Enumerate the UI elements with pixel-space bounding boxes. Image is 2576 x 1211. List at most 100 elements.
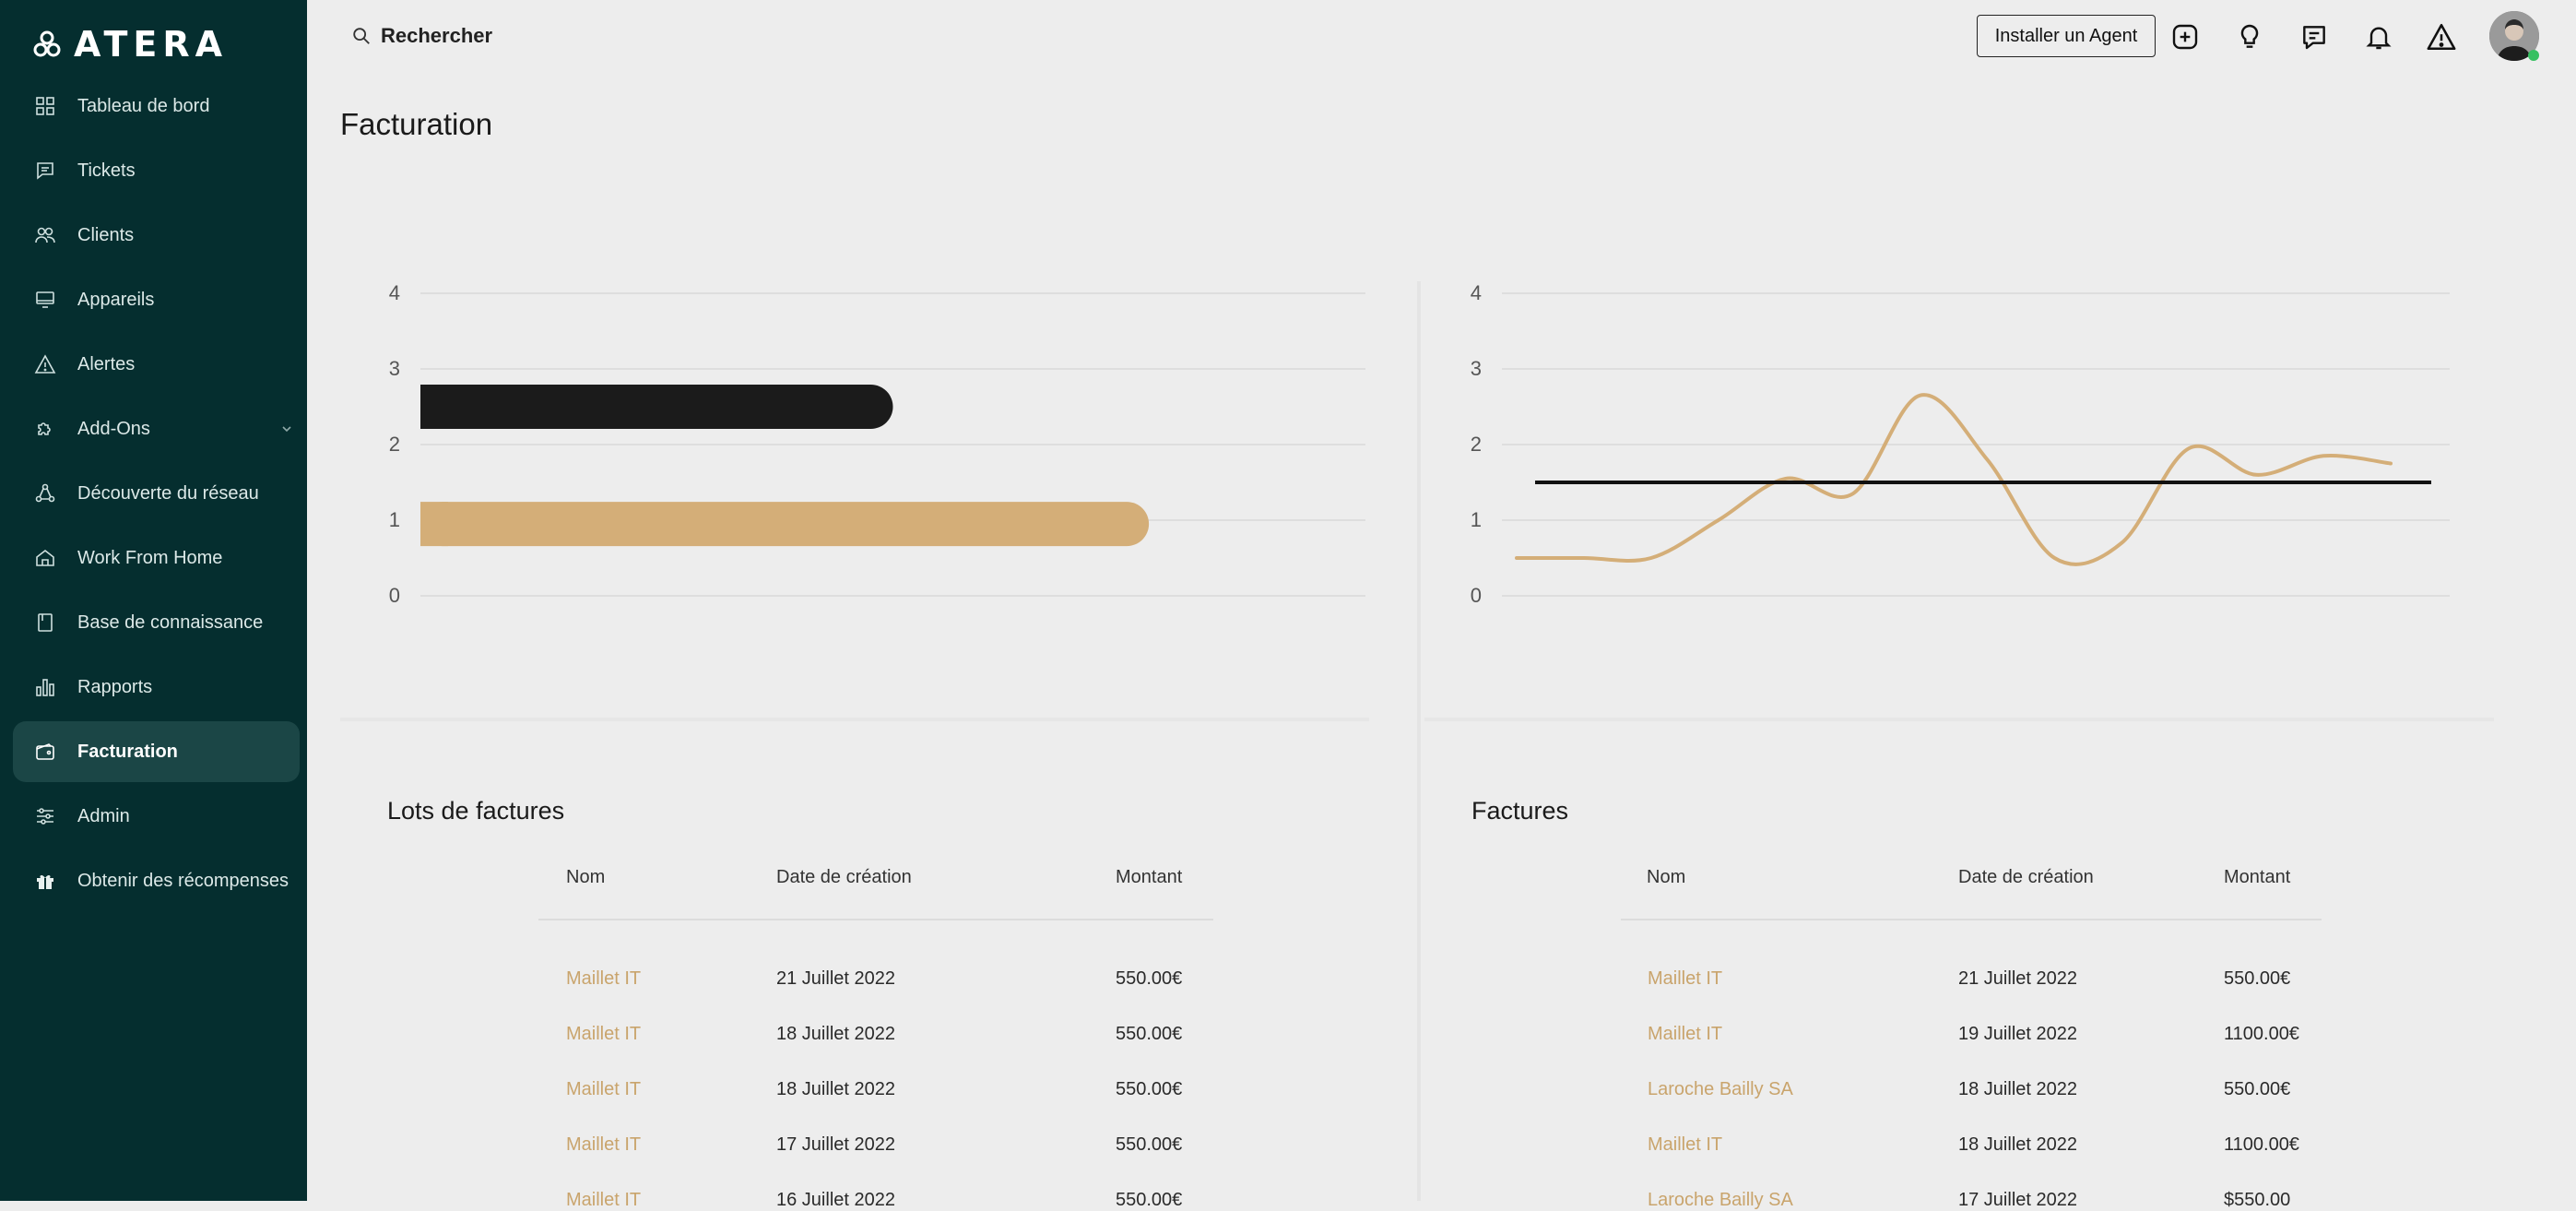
column-header[interactable]: Montant — [1116, 867, 1182, 888]
amount: 550.00€ — [1116, 1024, 1183, 1044]
creation-date: 21 Juillet 2022 — [1958, 968, 2077, 989]
sidebar-item-rapports[interactable]: Rapports — [13, 657, 300, 718]
sidebar-item-label: Tickets — [77, 160, 136, 181]
sidebar-item-label: Appareils — [77, 289, 155, 310]
sliders-icon — [33, 804, 57, 828]
y-tick-label: 2 — [1471, 433, 1482, 456]
creation-date: 17 Juillet 2022 — [776, 1134, 895, 1155]
factures-title: Factures — [1471, 797, 1569, 825]
add-icon[interactable] — [2168, 20, 2202, 53]
book-icon — [33, 611, 57, 635]
client-link[interactable]: Maillet IT — [566, 1134, 641, 1156]
chevron-down-icon[interactable] — [279, 421, 294, 442]
column-header[interactable]: Date de création — [1958, 867, 2094, 888]
sidebar-item-add-ons[interactable]: Add-Ons — [13, 398, 300, 459]
client-link[interactable]: Maillet IT — [566, 1024, 641, 1045]
chat-icon[interactable] — [2298, 20, 2331, 53]
atera-logo[interactable]: ATERA — [33, 24, 228, 65]
column-header[interactable]: Nom — [566, 867, 605, 888]
install-agent-button[interactable]: Installer un Agent — [1977, 15, 2156, 57]
column-header[interactable]: Montant — [2224, 867, 2290, 888]
bell-icon[interactable] — [2362, 20, 2395, 53]
series-line-0[interactable] — [1515, 393, 2393, 566]
amount: 1100.00€ — [2224, 1024, 2299, 1044]
sidebar-item-knowledge-base[interactable]: Base de connaissance — [13, 592, 300, 653]
column-divider — [1417, 281, 1421, 1201]
y-tick-label: 3 — [389, 357, 400, 380]
amount: 550.00€ — [1116, 1079, 1183, 1099]
sidebar-item-label: Clients — [77, 224, 135, 245]
sidebar-item-rewards[interactable]: Obtenir des récompenses — [13, 850, 300, 911]
sidebar-item-facturation[interactable]: Facturation — [13, 721, 300, 782]
atera-logo-icon — [33, 30, 61, 57]
sidebar: ATERA Tableau de bord Tickets Clients Ap… — [0, 0, 307, 1201]
users-icon — [33, 223, 57, 247]
sidebar-item-alertes[interactable]: Alertes — [13, 334, 300, 395]
creation-date: 18 Juillet 2022 — [776, 1079, 895, 1099]
puzzle-icon — [33, 417, 57, 441]
y-tick-label: 3 — [1471, 357, 1482, 380]
y-tick-label: 1 — [1471, 508, 1482, 531]
sidebar-item-work-from-home[interactable]: Work From Home — [13, 528, 300, 588]
sidebar-item-label: Alertes — [77, 353, 136, 374]
sidebar-item-clients[interactable]: Clients — [13, 205, 300, 266]
client-link[interactable]: Laroche Bailly SA — [1648, 1079, 1793, 1100]
online-status-dot — [2528, 50, 2539, 61]
client-link[interactable]: Maillet IT — [1648, 1024, 1722, 1045]
bar-0[interactable] — [420, 385, 893, 429]
creation-date: 18 Juillet 2022 — [1958, 1079, 2077, 1099]
amount: 550.00€ — [2224, 968, 2291, 989]
lightbulb-icon[interactable] — [2233, 20, 2266, 53]
amount: 1100.00€ — [2224, 1134, 2299, 1155]
search-label: Rechercher — [381, 24, 493, 47]
creation-date: 21 Juillet 2022 — [776, 968, 895, 989]
y-tick-label: 4 — [1471, 281, 1482, 304]
bar-1[interactable] — [420, 502, 1150, 547]
header-divider — [1621, 919, 2322, 920]
client-link[interactable]: Maillet IT — [566, 968, 641, 990]
page-title: Facturation — [340, 107, 493, 141]
sidebar-nav: Tableau de bord Tickets Clients Appareil… — [13, 76, 300, 915]
wallet-icon — [33, 740, 57, 764]
sidebar-item-label: Add-Ons — [77, 418, 150, 439]
y-tick-label: 4 — [389, 281, 400, 304]
bar-chart-icon — [33, 675, 57, 699]
sidebar-item-label: Tableau de bord — [77, 95, 210, 116]
line-chart: 4 3 2 1 0 — [1471, 281, 2450, 607]
amount: 550.00€ — [1116, 968, 1183, 989]
search-bar[interactable]: Rechercher — [351, 24, 492, 48]
column-header[interactable]: Nom — [1647, 867, 1685, 888]
client-link[interactable]: Maillet IT — [1648, 968, 1722, 990]
sidebar-item-label: Admin — [77, 805, 130, 826]
search-icon — [353, 28, 370, 44]
sidebar-item-dashboard[interactable]: Tableau de bord — [13, 76, 300, 137]
column-header[interactable]: Date de création — [776, 867, 912, 888]
chart-divider-left — [340, 718, 1369, 721]
alert-icon — [33, 352, 57, 376]
amount: 550.00€ — [1116, 1134, 1183, 1155]
client-link[interactable]: Maillet IT — [566, 1079, 641, 1100]
sidebar-item-admin[interactable]: Admin — [13, 786, 300, 847]
creation-date: 19 Juillet 2022 — [1958, 1024, 2077, 1044]
lots-title: Lots de factures — [387, 797, 565, 825]
brand-name: ATERA — [74, 24, 229, 65]
bar-chart: 4 3 2 1 0 — [389, 281, 1365, 607]
y-tick-label: 2 — [389, 433, 400, 456]
sidebar-item-label: Obtenir des récompenses — [77, 870, 290, 891]
sidebar-item-appareils[interactable]: Appareils — [13, 269, 300, 330]
sidebar-item-network-discovery[interactable]: Découverte du réseau — [13, 463, 300, 524]
warning-icon[interactable] — [2425, 20, 2458, 53]
network-icon — [33, 481, 57, 505]
ticket-icon — [33, 159, 57, 183]
amount: 550.00€ — [2224, 1079, 2291, 1099]
dashboard-icon — [33, 94, 57, 118]
client-link[interactable]: Maillet IT — [1648, 1134, 1722, 1156]
sidebar-item-tickets[interactable]: Tickets — [13, 140, 300, 201]
sidebar-item-label: Base de connaissance — [77, 611, 264, 633]
sidebar-item-label: Facturation — [77, 741, 178, 762]
gift-icon — [33, 869, 57, 893]
chart-divider-right — [1424, 718, 2494, 721]
creation-date: 18 Juillet 2022 — [776, 1024, 895, 1044]
header-divider — [538, 919, 1213, 920]
sidebar-item-label: Work From Home — [77, 547, 223, 568]
